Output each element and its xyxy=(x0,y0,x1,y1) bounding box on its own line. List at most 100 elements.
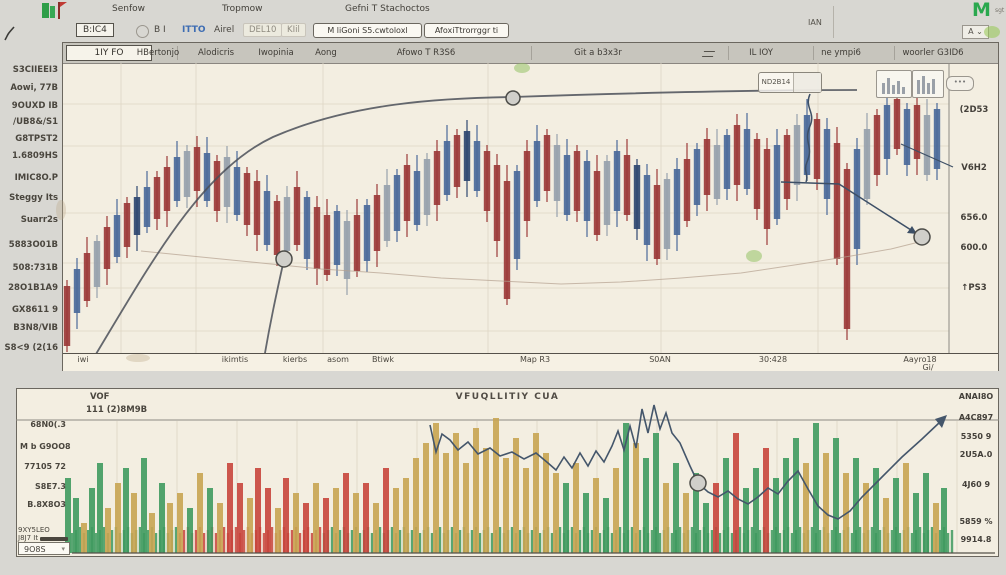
mini-slider[interactable] xyxy=(40,537,68,541)
tab[interactable]: Git a b3x3r xyxy=(574,48,622,58)
volume-bar xyxy=(123,468,129,553)
circle-marker[interactable] xyxy=(505,90,521,106)
candlestick xyxy=(373,195,381,251)
volume-bar xyxy=(283,478,289,553)
candlestick xyxy=(603,161,611,225)
toolbar-button[interactable]: DEL10 xyxy=(243,23,283,37)
toolbar-button[interactable]: Airel xyxy=(214,23,234,35)
volume-bar xyxy=(663,483,669,553)
chart-info-box[interactable]: ND2B14 xyxy=(758,72,822,93)
axis-label: 1.6809HS xyxy=(11,151,58,161)
account-dropdown[interactable]: A ⌄ xyxy=(962,25,989,39)
candlestick xyxy=(143,187,151,227)
volume-bar xyxy=(255,468,261,553)
chart-info-label: ND2B14 xyxy=(759,73,794,92)
candlestick xyxy=(393,175,401,231)
toolbar-button[interactable]: KIil xyxy=(281,23,306,37)
period-dropdown[interactable]: 9O8S ▾ xyxy=(18,542,70,555)
candlestick xyxy=(813,119,821,179)
candlestick xyxy=(643,175,651,245)
candlestick xyxy=(413,171,421,225)
sort-icon[interactable] xyxy=(701,51,716,57)
axis-label: Aowi, 77B xyxy=(10,83,58,93)
volume-bar xyxy=(743,488,749,553)
volume-bar xyxy=(463,463,469,553)
menu-item[interactable]: Senfow xyxy=(112,4,145,14)
chart-info-cell xyxy=(794,73,821,92)
candlestick xyxy=(353,215,361,271)
more-options-button[interactable]: ••• xyxy=(946,76,974,91)
candlestick xyxy=(633,165,641,229)
tab-separator xyxy=(728,46,729,60)
candlestick xyxy=(923,115,931,175)
candlestick xyxy=(593,171,601,235)
candlestick xyxy=(763,149,771,229)
volume-bar xyxy=(333,488,339,553)
volume-bar xyxy=(141,458,147,553)
candlestick xyxy=(443,141,451,195)
main-chart-panel: 1IY FO HBertonjo Alodicris Iwopinia Aong Afow… xyxy=(62,42,999,371)
tab[interactable]: Iwopinia xyxy=(258,48,293,58)
toolbar-button[interactable]: ITTO xyxy=(182,23,205,35)
app-logo-icon xyxy=(42,2,67,19)
volatility-chart xyxy=(16,404,999,554)
tab[interactable]: Afowo T R3S6 xyxy=(397,48,456,58)
volume-bar xyxy=(763,448,769,553)
mini-chart-thumbnail[interactable] xyxy=(876,70,912,98)
tab[interactable]: ne ympi6 xyxy=(821,48,861,58)
candlestick xyxy=(703,139,711,195)
tab[interactable]: IL IOY xyxy=(749,48,773,58)
panel-footer-label: 9XY5LEO xyxy=(18,526,50,534)
tab[interactable]: woorler G3ID6 xyxy=(902,48,963,58)
volume-bar xyxy=(783,458,789,553)
tab[interactable]: Aong xyxy=(315,48,337,58)
candlestick xyxy=(173,157,181,201)
volume-bar xyxy=(227,463,233,553)
candlestick xyxy=(743,129,751,189)
volume-bar xyxy=(293,493,299,553)
chart-header-tabs: 1IY FO HBertonjo Alodicris Iwopinia Aong Afow… xyxy=(63,43,998,64)
candlestick xyxy=(273,201,281,255)
circle-marker[interactable] xyxy=(689,474,707,492)
candlestick xyxy=(383,185,391,241)
circle-icon[interactable] xyxy=(136,25,149,38)
volume-bar xyxy=(413,458,419,553)
arc-left-segment xyxy=(264,254,286,353)
volume-bar xyxy=(73,498,79,553)
volume-bar xyxy=(553,473,559,553)
volume-bar xyxy=(703,503,709,553)
volume-bar xyxy=(633,443,639,553)
toolbar-button[interactable]: B I xyxy=(154,23,166,35)
axis-label: Suarr2s xyxy=(20,215,58,225)
candlestick xyxy=(753,139,761,209)
mini-chart-thumbnail[interactable] xyxy=(912,70,944,98)
menu-item[interactable]: Tropmow xyxy=(222,4,263,14)
volume-bar xyxy=(423,443,429,553)
toolbar-button[interactable]: AfoxiTtrorrggr ti xyxy=(424,23,509,38)
circle-marker[interactable] xyxy=(913,228,931,246)
brand-logo: M xyxy=(972,0,991,21)
toolbar-button[interactable]: B:IC4 xyxy=(76,23,114,37)
trading-app-window: Senfow Tropmow Gefni T Stachoctos B:IC4 B I… xyxy=(0,0,1006,575)
candlestick xyxy=(283,197,291,251)
circle-marker[interactable] xyxy=(275,250,293,268)
volume-bar xyxy=(207,488,213,553)
volume-bar xyxy=(493,418,499,553)
menu-item[interactable]: Gefni T Stachoctos xyxy=(345,4,430,14)
candlestick xyxy=(123,203,131,247)
volume-bar xyxy=(923,473,929,553)
candlestick xyxy=(893,99,901,149)
toolbar-button[interactable]: M liGoni S5.cwtoloxl xyxy=(313,23,422,38)
candlestick xyxy=(63,286,71,346)
volume-bar xyxy=(363,483,369,553)
tab-separator xyxy=(531,46,532,60)
volume-bar xyxy=(833,438,839,553)
candlestick xyxy=(583,161,591,221)
axis-label: B3N8/VIB xyxy=(13,323,58,333)
candlestick xyxy=(663,179,671,249)
candlestick xyxy=(513,171,521,259)
tab[interactable]: HBertonjo xyxy=(137,48,179,58)
volume-bar xyxy=(653,433,659,553)
candlestick xyxy=(883,105,891,159)
tab[interactable]: Alodicris xyxy=(198,48,234,58)
